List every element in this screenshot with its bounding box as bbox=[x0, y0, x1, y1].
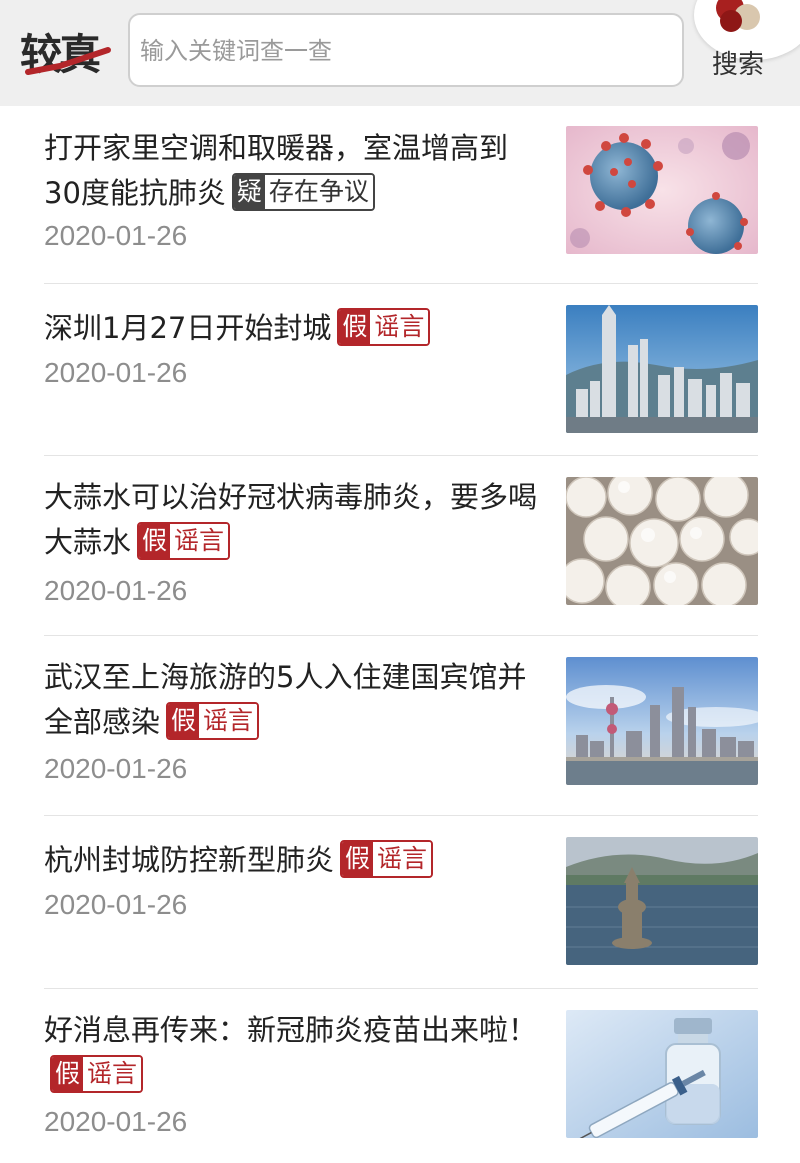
shenzhen-skyline-image bbox=[566, 305, 758, 433]
status-badge: 假谣言 bbox=[137, 522, 231, 560]
item-title-text: 深圳1月27日开始封城 bbox=[44, 311, 332, 345]
badge-key: 假 bbox=[342, 842, 374, 876]
badge-label: 谣言 bbox=[170, 524, 229, 558]
status-badge: 假谣言 bbox=[340, 840, 434, 878]
virus-image bbox=[566, 126, 758, 254]
item-title-text: 杭州封城防控新型肺炎 bbox=[44, 843, 335, 877]
item-title: 武汉至上海旅游的5人入住建国宾馆并全部感染假谣言 bbox=[44, 655, 544, 745]
badge-key: 假 bbox=[168, 704, 200, 738]
badge-key: 假 bbox=[139, 524, 171, 558]
garlic-image bbox=[566, 477, 758, 605]
badge-label: 存在争议 bbox=[264, 175, 373, 209]
west-lake-image bbox=[566, 837, 758, 965]
search-button[interactable]: 搜索 bbox=[694, 0, 800, 106]
item-date: 2020-01-26 bbox=[44, 1106, 188, 1137]
list-item[interactable]: 杭州封城防控新型肺炎假谣言 2020-01-26 bbox=[44, 815, 758, 989]
list-item[interactable]: 武汉至上海旅游的5人入住建国宾馆并全部感染假谣言 2020-01-26 bbox=[44, 635, 758, 816]
item-date: 2020-01-26 bbox=[44, 220, 188, 251]
item-title: 杭州封城防控新型肺炎假谣言 bbox=[44, 838, 544, 883]
status-badge: 假谣言 bbox=[50, 1055, 144, 1093]
status-badge: 假谣言 bbox=[337, 308, 431, 346]
item-title-text: 武汉至上海旅游的5人入住建国宾馆并全部感染 bbox=[44, 660, 527, 739]
item-date: 2020-01-26 bbox=[44, 753, 188, 784]
item-title: 打开家里空调和取暖器，室温增高到30度能抗肺炎疑存在争议 bbox=[44, 126, 544, 216]
shanghai-skyline-image bbox=[566, 657, 758, 785]
badge-key: 疑 bbox=[233, 175, 265, 209]
badge-label: 谣言 bbox=[83, 1057, 142, 1091]
badge-key: 假 bbox=[52, 1057, 84, 1091]
item-title-text: 大蒜水可以治好冠状病毒肺炎，要多喝大蒜水 bbox=[44, 480, 538, 559]
list-item[interactable]: 深圳1月27日开始封城假谣言 2020-01-26 bbox=[44, 283, 758, 456]
item-title-text: 好消息再传来：新冠肺炎疫苗出来啦！ bbox=[44, 1013, 538, 1047]
list-item[interactable]: 大蒜水可以治好冠状病毒肺炎，要多喝大蒜水假谣言 2020-01-26 bbox=[44, 455, 758, 636]
status-badge: 疑存在争议 bbox=[231, 173, 375, 211]
logo-check-mark-icon bbox=[25, 47, 111, 75]
item-date: 2020-01-26 bbox=[44, 357, 188, 388]
badge-label: 谣言 bbox=[373, 842, 432, 876]
item-title: 深圳1月27日开始封城假谣言 bbox=[44, 306, 544, 351]
search-button-label: 搜索 bbox=[712, 50, 765, 80]
badge-label: 谣言 bbox=[199, 704, 258, 738]
avatar-icon-part bbox=[720, 10, 742, 32]
vaccine-image bbox=[566, 1010, 758, 1138]
badge-key: 假 bbox=[339, 310, 371, 344]
item-title: 好消息再传来：新冠肺炎疫苗出来啦！ 假谣言 bbox=[44, 1008, 544, 1098]
list-item[interactable]: 打开家里空调和取暖器，室温增高到30度能抗肺炎疑存在争议 2020-01-26 bbox=[44, 106, 758, 284]
badge-label: 谣言 bbox=[370, 310, 429, 344]
item-title: 大蒜水可以治好冠状病毒肺炎，要多喝大蒜水假谣言 bbox=[44, 475, 544, 565]
item-date: 2020-01-26 bbox=[44, 889, 188, 920]
status-badge: 假谣言 bbox=[166, 702, 260, 740]
list-item[interactable]: 好消息再传来：新冠肺炎疫苗出来啦！ 假谣言 2020-01-26 bbox=[44, 988, 758, 1163]
app-header: 较真 搜索 bbox=[0, 0, 800, 106]
search-box[interactable] bbox=[128, 13, 684, 87]
item-date: 2020-01-26 bbox=[44, 575, 188, 606]
app-logo[interactable]: 较真 bbox=[20, 28, 112, 82]
search-input[interactable] bbox=[138, 15, 662, 87]
